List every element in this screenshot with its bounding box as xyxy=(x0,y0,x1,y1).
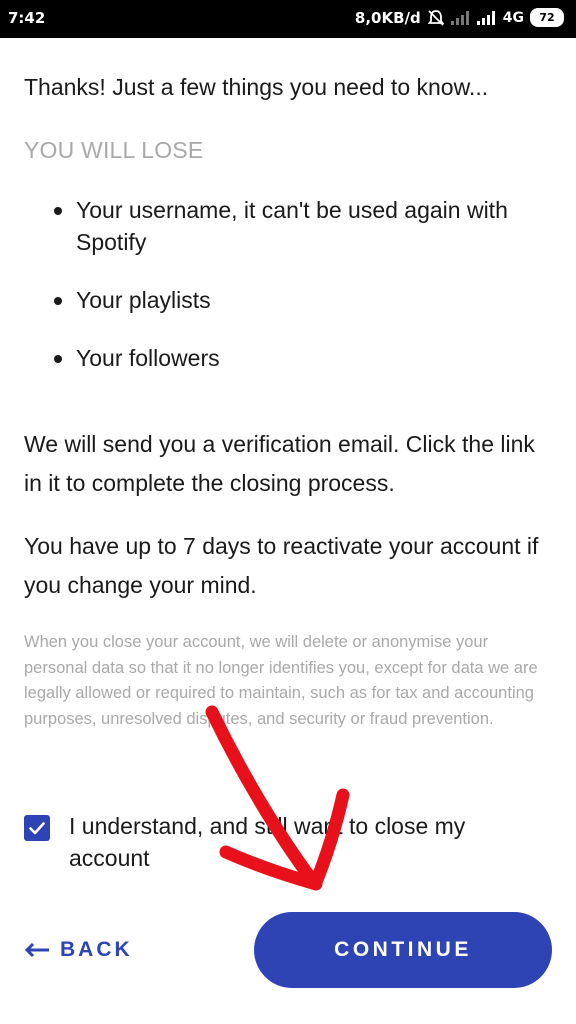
status-time: 7:42 xyxy=(8,9,46,27)
check-icon xyxy=(29,822,45,835)
arrow-left-icon xyxy=(24,942,49,958)
status-bar: 7:42 8,0KB/d 4G 72 xyxy=(0,0,576,38)
signal-strong-icon xyxy=(476,10,497,25)
fine-print: When you close your account, we will del… xyxy=(24,633,538,728)
status-icons: 8,0KB/d 4G 72 xyxy=(355,8,564,27)
list-item-label: Your username, it can't be used again wi… xyxy=(76,197,508,255)
battery-icon: 72 xyxy=(530,8,564,27)
lose-heading: YOU WILL LOSE xyxy=(24,137,204,163)
net-speed: 8,0KB/d xyxy=(354,8,421,27)
list-item-label: Your playlists xyxy=(76,287,211,313)
bullet-icon xyxy=(54,207,62,215)
continue-button[interactable]: CONTINUE xyxy=(254,912,552,988)
verification-text: We will send you a verification email. C… xyxy=(24,431,535,496)
signal-weak-icon xyxy=(450,10,471,25)
continue-label: CONTINUE xyxy=(334,938,472,961)
back-label: BACK xyxy=(60,938,133,961)
alarm-off-icon xyxy=(427,9,445,27)
list-item-label: Your followers xyxy=(76,345,220,371)
list-item: Your playlists xyxy=(54,284,534,316)
back-button[interactable]: BACK xyxy=(24,932,133,968)
confirm-checkbox[interactable] xyxy=(24,815,50,841)
list-item: Your followers xyxy=(54,342,534,374)
list-item: Your username, it can't be used again wi… xyxy=(54,194,534,258)
reactivate-text: You have up to 7 days to reactivate your… xyxy=(24,533,539,598)
bullet-icon xyxy=(54,355,62,363)
confirm-label[interactable]: I understand, and still want to close my… xyxy=(69,810,529,874)
lose-list: Your username, it can't be used again wi… xyxy=(54,194,534,400)
intro-text: Thanks! Just a few things you need to kn… xyxy=(24,74,489,100)
network-type: 4G xyxy=(502,9,524,26)
bullet-icon xyxy=(54,297,62,305)
